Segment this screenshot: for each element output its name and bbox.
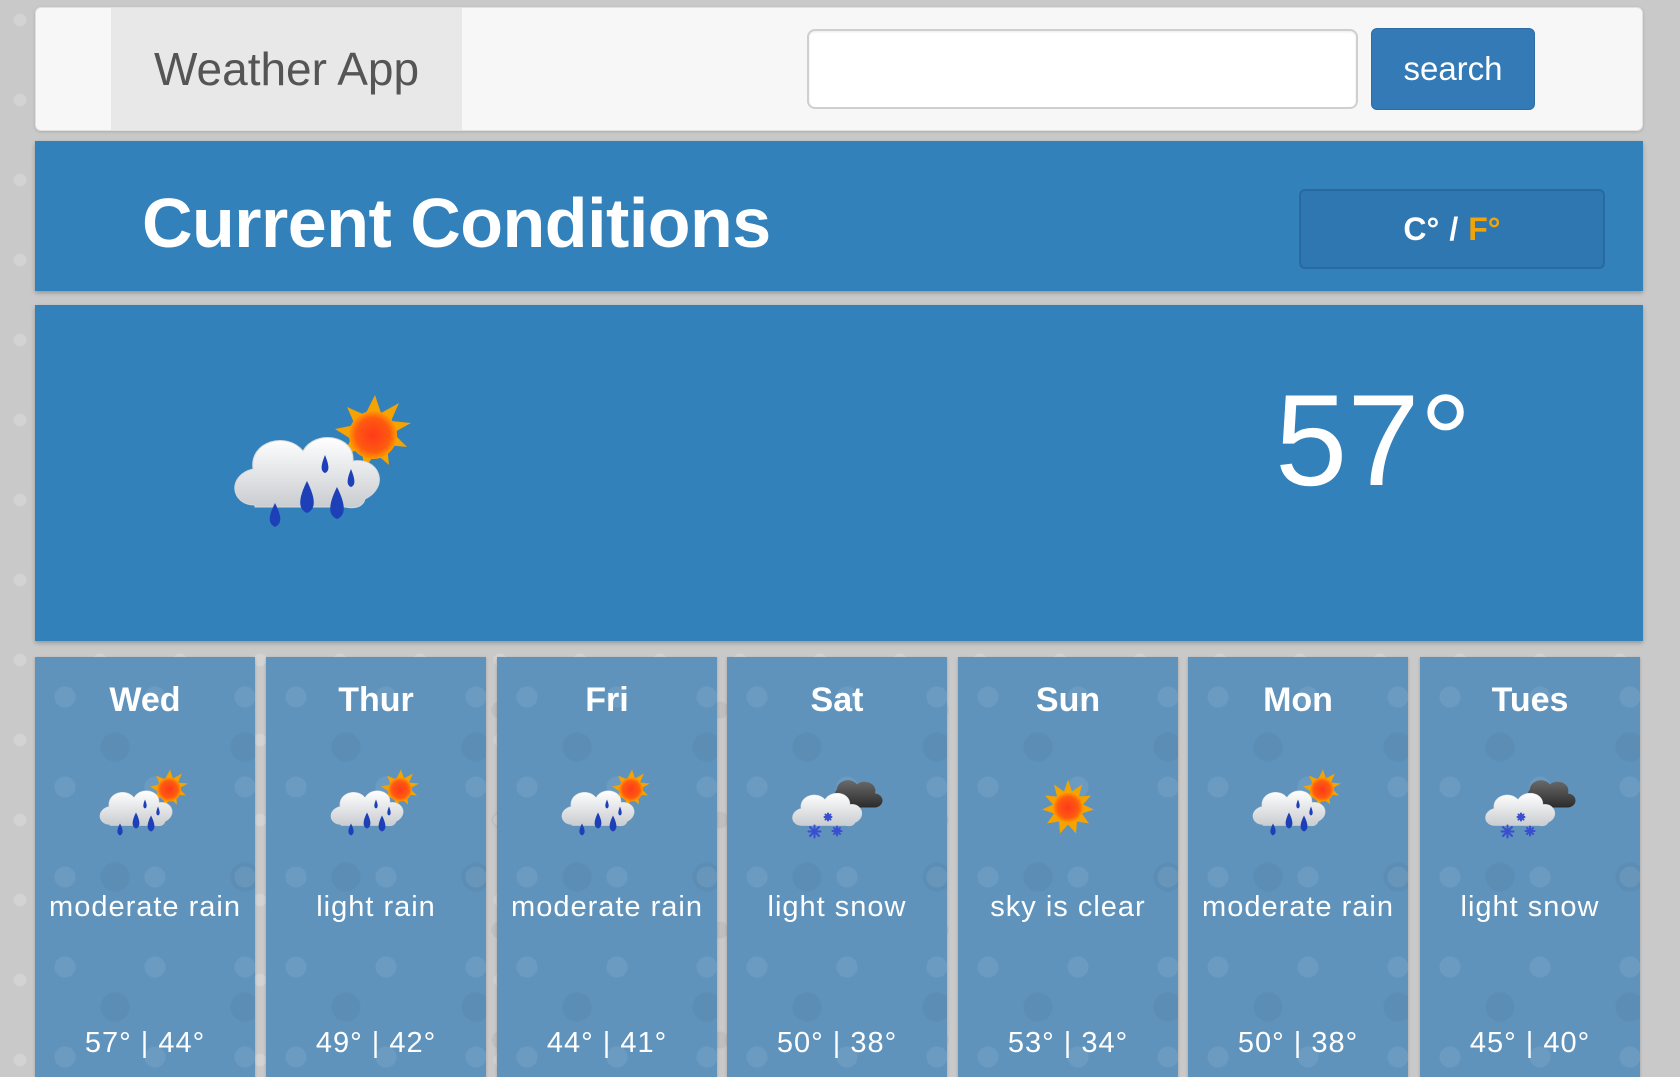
forecast-day: Tues	[1491, 681, 1569, 719]
forecast-temps: 44° | 41°	[546, 1027, 668, 1059]
forecast-temps: 50° | 38°	[776, 1027, 898, 1059]
forecast-day: Thur	[338, 681, 414, 719]
rain-cloud-sun-icon	[95, 767, 195, 847]
search-button[interactable]: search	[1371, 28, 1535, 110]
forecast-description: moderate rain	[49, 891, 241, 923]
navbar: Weather App search	[35, 7, 1643, 131]
current-weather-panel: 57°	[35, 305, 1643, 641]
unit-separator: /	[1449, 210, 1459, 247]
forecast-temps: 53° | 34°	[1007, 1027, 1129, 1059]
forecast-card-sat: Sat light snow 50° | 38°	[727, 657, 947, 1077]
sun-icon	[1018, 767, 1118, 847]
forecast-description: light snow	[767, 891, 907, 923]
forecast-description: light snow	[1460, 891, 1600, 923]
unit-celsius: C°	[1403, 210, 1440, 247]
current-temperature: 57°	[1275, 367, 1472, 513]
rain-cloud-sun-icon	[1248, 767, 1348, 847]
rain-cloud-sun-icon	[557, 767, 657, 847]
unit-toggle-button[interactable]: C° / F°	[1299, 189, 1605, 269]
forecast-day: Fri	[585, 681, 629, 719]
forecast-card-sun: Sun sky is clear 53° | 34°	[958, 657, 1178, 1077]
forecast-description: moderate rain	[511, 891, 703, 923]
forecast-temps: 57° | 44°	[84, 1027, 206, 1059]
forecast-card-wed: Wed moderate rain 57° | 44°	[35, 657, 255, 1077]
forecast-description: light rain	[316, 891, 436, 923]
forecast-card-thur: Thur light rain 49° | 42°	[266, 657, 486, 1077]
forecast-description: sky is clear	[990, 891, 1146, 923]
page-title: Current Conditions	[142, 184, 771, 262]
brand-title[interactable]: Weather App	[111, 8, 462, 130]
rain-cloud-sun-icon	[225, 395, 425, 545]
forecast-day: Mon	[1263, 681, 1333, 719]
rain-cloud-sun-icon	[326, 767, 426, 847]
unit-fahrenheit: F°	[1468, 210, 1501, 247]
current-conditions-header: Current Conditions C° / F°	[35, 141, 1643, 291]
forecast-card-fri: Fri moderate rain 44° | 41°	[497, 657, 717, 1077]
forecast-day: Sat	[810, 681, 864, 719]
forecast-temps: 45° | 40°	[1469, 1027, 1591, 1059]
forecast-card-tues: Tues light snow 45° | 40°	[1420, 657, 1640, 1077]
forecast-description: moderate rain	[1202, 891, 1394, 923]
forecast-temps: 49° | 42°	[315, 1027, 437, 1059]
search-input[interactable]	[807, 29, 1358, 109]
forecast-temps: 50° | 38°	[1237, 1027, 1359, 1059]
forecast-day: Sun	[1035, 681, 1101, 719]
forecast-card-mon: Mon moderate rain 50° | 38°	[1188, 657, 1408, 1077]
forecast-day: Wed	[109, 681, 181, 719]
snow-cloud-icon	[1480, 767, 1580, 847]
snow-cloud-icon	[787, 767, 887, 847]
